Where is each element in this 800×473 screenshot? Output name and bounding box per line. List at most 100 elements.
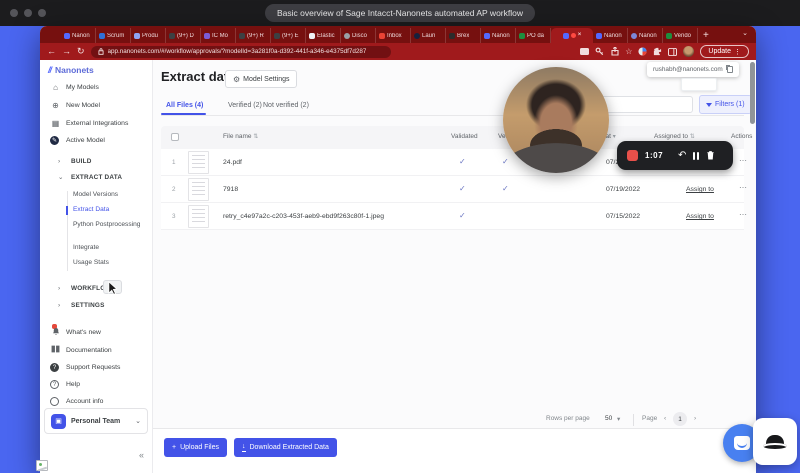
browser-tab[interactable]: Nanon	[61, 28, 96, 43]
extension-colorful-icon[interactable]	[638, 47, 647, 56]
browser-tab[interactable]: Laun	[411, 28, 446, 43]
tab-close-icon[interactable]: ×	[578, 32, 582, 39]
sidebar-item-extract-data[interactable]: Extract Data	[73, 206, 145, 214]
sidebar-item-usage-stats[interactable]: Usage Stats	[73, 259, 145, 267]
sidebar-item-new-model[interactable]: ⊕ New Model	[40, 97, 153, 113]
sidebar-item-model-versions[interactable]: Model Versions	[73, 191, 145, 199]
next-page-icon[interactable]: ›	[694, 415, 696, 422]
nanonets-logo[interactable]: // Nanonets	[48, 65, 94, 75]
team-selector[interactable]: ▣ Personal Team ⌄	[44, 408, 148, 434]
intercom-chat-button[interactable]	[723, 424, 756, 462]
browser-tab[interactable]: Disco	[341, 28, 376, 43]
sidebar-section-build[interactable]: › BUILD	[40, 153, 153, 169]
file-thumbnail[interactable]	[188, 151, 209, 174]
sidebar-section-settings[interactable]: › SETTINGS	[40, 297, 153, 313]
file-name[interactable]: 24.pdf	[223, 159, 242, 166]
share-icon[interactable]	[610, 47, 619, 56]
bookmark-star-icon[interactable]: ☆	[625, 48, 632, 56]
row-actions-icon[interactable]: ⋯	[739, 210, 747, 219]
browser-tab[interactable]: (9+) D	[166, 28, 201, 43]
webcam-overlay[interactable]	[503, 67, 609, 173]
sidebar-item-help[interactable]: ? Help	[40, 376, 153, 392]
sidebar-item-account-info[interactable]: Account info	[40, 393, 153, 409]
delete-recording-icon[interactable]	[706, 147, 715, 165]
scrollbar-thumb[interactable]	[750, 62, 755, 124]
browser-tab[interactable]: Produ	[131, 28, 166, 43]
update-button[interactable]: Update ⋮	[700, 45, 749, 58]
browser-tab-active[interactable]: ×	[551, 28, 593, 43]
column-validated[interactable]: Validated	[451, 133, 478, 140]
browser-tab[interactable]: (9+) E	[271, 28, 306, 43]
recorder-widget-button[interactable]	[753, 418, 797, 465]
side-panel-icon[interactable]	[668, 47, 677, 56]
traffic-close-icon[interactable]	[10, 9, 18, 17]
url-bar[interactable]: app.nanonets.com/#/workflow/approvals/?m…	[91, 46, 391, 58]
table-row[interactable]: 3 retry_c4e97a2c-c203-453f-aeb9-ebd9f263…	[161, 203, 744, 230]
stop-recording-button[interactable]	[627, 150, 638, 161]
media-control-icon[interactable]	[580, 47, 589, 56]
forward-icon[interactable]: →	[62, 47, 71, 56]
copy-icon[interactable]	[727, 66, 733, 73]
rows-per-page-value[interactable]: 50	[605, 415, 612, 422]
prev-page-icon[interactable]: ‹	[664, 415, 666, 422]
sidebar-section-extract-data[interactable]: ⌄ EXTRACT DATA	[40, 169, 153, 185]
restart-recording-icon[interactable]: ↶	[678, 151, 686, 161]
browser-tab[interactable]: IC Mo	[201, 28, 236, 43]
sidebar-item-whats-new[interactable]: What's new	[40, 324, 153, 340]
new-tab-button[interactable]: +	[703, 28, 709, 43]
more-menu-icon[interactable]: ⋮	[734, 48, 741, 56]
tab-verified[interactable]: Verified (2)	[228, 102, 262, 109]
browser-tab[interactable]: Scrum	[96, 28, 131, 43]
current-page[interactable]: 1	[673, 412, 687, 426]
browser-tab[interactable]: Nanon	[481, 28, 516, 43]
upload-files-button[interactable]: + Upload Files	[164, 438, 227, 457]
browser-tab[interactable]: Brex	[446, 28, 481, 43]
sidebar-collapse-icon[interactable]: «	[139, 450, 144, 460]
back-icon[interactable]: ←	[47, 47, 56, 56]
caret-down-icon[interactable]: ▾	[617, 415, 620, 423]
sidebar-section-workflow[interactable]: › WORKFLOW	[40, 280, 153, 296]
download-extracted-data-button[interactable]: ↓ Download Extracted Data	[234, 438, 337, 457]
browser-tab[interactable]: PO da	[516, 28, 551, 43]
sidebar-item-support-requests[interactable]: ? Support Requests	[40, 359, 153, 375]
tab-not-verified[interactable]: Not verified (2)	[263, 102, 309, 109]
table-row[interactable]: 2 7918 ✓ ✓ 07/19/2022 Assign to ⋯	[161, 176, 744, 203]
model-settings-button[interactable]: ⚙ Model Settings	[225, 70, 297, 88]
extensions-puzzle-icon[interactable]	[653, 47, 662, 56]
tab-all-files[interactable]: All Files (4)	[166, 102, 203, 109]
row-actions-icon[interactable]: ⋯	[739, 156, 747, 165]
browser-tab[interactable]: Nanon	[593, 28, 628, 43]
assign-to-link[interactable]: Assign to	[686, 213, 714, 220]
traffic-minimize-icon[interactable]	[24, 9, 32, 17]
browser-tab[interactable]: Vendo	[663, 28, 698, 43]
caret-down-icon[interactable]: ▾	[613, 134, 616, 140]
browser-tab[interactable]: Elastic	[306, 28, 341, 43]
browser-tab[interactable]: (9+) R	[236, 28, 271, 43]
file-thumbnail[interactable]	[188, 178, 209, 201]
pause-recording-icon[interactable]	[693, 152, 699, 160]
row-actions-icon[interactable]: ⋯	[739, 183, 747, 192]
traffic-zoom-icon[interactable]	[38, 9, 46, 17]
sidebar-item-my-models[interactable]: ⌂ My Models	[40, 79, 153, 95]
sidebar-item-python-postprocessing[interactable]: Python Postprocessing	[73, 221, 145, 229]
sidebar-item-integrate[interactable]: Integrate	[73, 244, 145, 252]
filters-button[interactable]: Filters (1)	[699, 95, 752, 114]
assign-to-link[interactable]: Assign to	[686, 186, 714, 193]
reload-icon[interactable]: ↻	[77, 47, 85, 56]
column-file-name[interactable]: File name ⇅	[223, 133, 258, 140]
sidebar-item-documentation[interactable]: Documentation	[40, 342, 153, 358]
sidebar-item-active-model[interactable]: ✎ Active Model	[40, 132, 153, 148]
password-key-icon[interactable]	[595, 47, 604, 56]
sidebar-item-external-integrations[interactable]: ▦ External Integrations	[40, 115, 153, 131]
browser-tab[interactable]: Inbox	[376, 28, 411, 43]
sort-icon[interactable]: ⇅	[253, 134, 258, 140]
sort-icon[interactable]: ⇅	[690, 134, 695, 140]
file-thumbnail[interactable]	[188, 205, 209, 228]
profile-avatar[interactable]	[683, 46, 694, 57]
file-name[interactable]: retry_c4e97a2c-c203-453f-aeb9-ebd9f263c8…	[223, 213, 384, 220]
column-assigned-to[interactable]: Assigned to ⇅	[654, 133, 695, 140]
tab-overflow-chevron-icon[interactable]: ⌄	[742, 29, 748, 37]
select-all-checkbox[interactable]	[171, 133, 179, 141]
browser-tab[interactable]: Nanon	[628, 28, 663, 43]
file-name[interactable]: 7918	[223, 186, 238, 193]
